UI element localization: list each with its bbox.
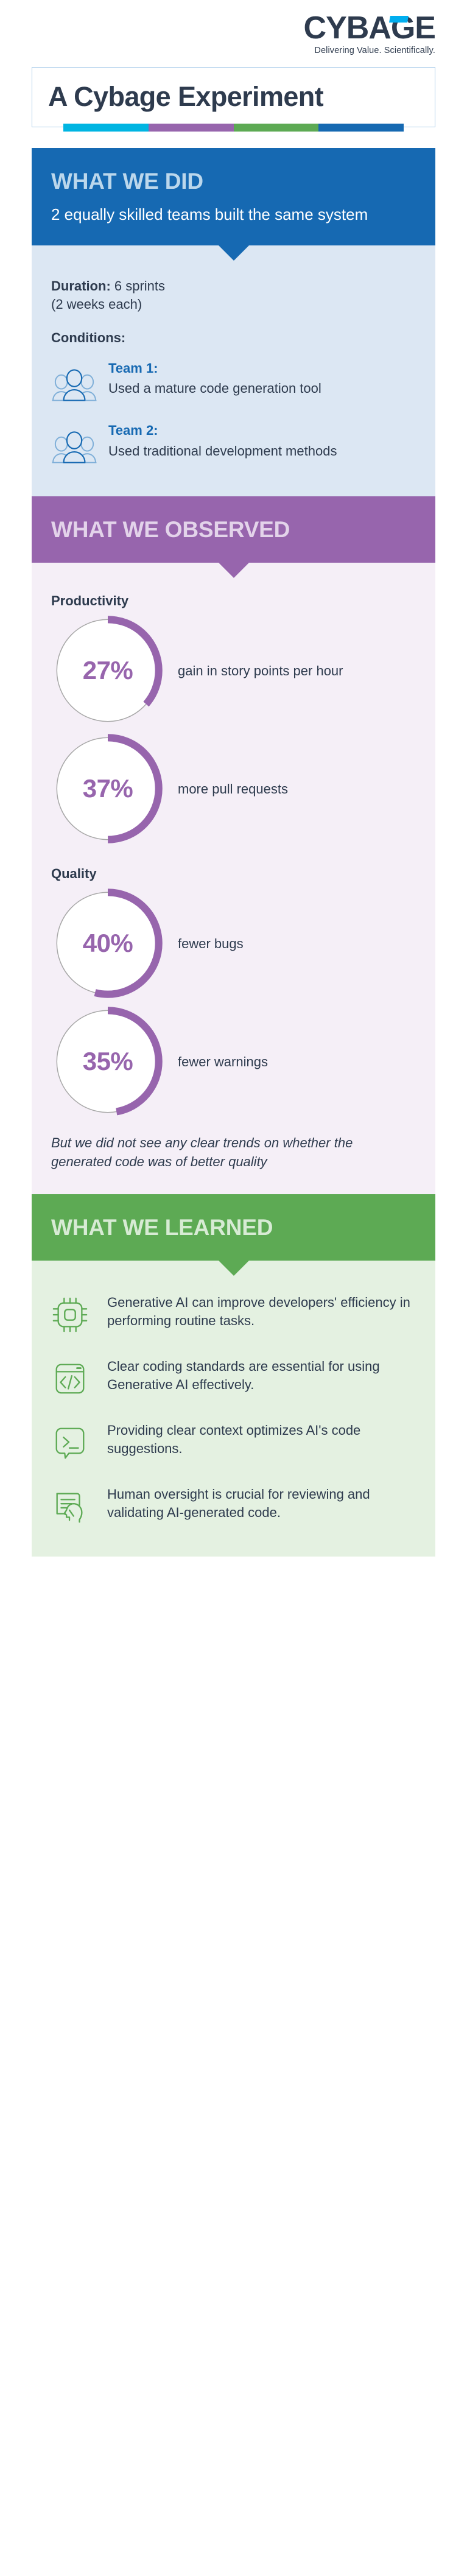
color-bar-seg-4 [318, 124, 404, 132]
stat-row: 27% gain in story points per hour [51, 614, 416, 727]
what-we-observed-heading: WHAT WE OBSERVED [51, 516, 290, 542]
duration-line: Duration: 6 sprints [51, 277, 416, 295]
list-item: Generative AI can improve developers' ef… [51, 1293, 416, 1337]
infographic-page: CYBAGE Delivering Value. Scientifically.… [0, 0, 467, 1591]
team-description: Used a mature code generation tool [108, 381, 321, 396]
section-what-we-observed: WHAT WE OBSERVED Productivity 27% gain i… [32, 496, 435, 1194]
team-row: Team 1: Used a mature code generation to… [51, 359, 416, 409]
what-we-did-notch-icon [217, 245, 250, 261]
what-we-learned-notch-icon [217, 1260, 250, 1276]
learned-item-text: Providing clear context optimizes AI's c… [107, 1423, 361, 1457]
stat-caption: fewer bugs [178, 935, 244, 951]
stat-caption: fewer warnings [178, 1054, 268, 1069]
donut-value: 27% [82, 656, 133, 685]
section-what-we-did: WHAT WE DID 2 equally skilled teams buil… [32, 148, 435, 496]
code-window-icon [51, 1357, 95, 1401]
stat-caption: more pull requests [178, 781, 288, 797]
what-we-learned-band: WHAT WE LEARNED [32, 1194, 435, 1276]
list-item: Providing clear context optimizes AI's c… [51, 1421, 416, 1465]
stat-row: 40% fewer bugs [51, 887, 416, 1000]
color-bar-seg-1 [63, 124, 149, 132]
terminal-bubble-icon [51, 1421, 95, 1465]
what-we-did-band: WHAT WE DID 2 equally skilled teams buil… [32, 148, 435, 261]
stat-row: 37% more pull requests [51, 732, 416, 845]
donut-value: 40% [82, 929, 133, 958]
footer-spacer [0, 1557, 467, 1591]
donut-chart: 40% [51, 887, 164, 1000]
team-group-icon [51, 359, 97, 409]
cybage-logo: CYBAGE Delivering Value. Scientifically. [303, 10, 436, 55]
document-head-icon [51, 1485, 95, 1529]
page-title: A Cybage Experiment [48, 81, 324, 112]
logo-wordmark: CYBAGE [303, 10, 436, 46]
team-description: Used traditional development methods [108, 443, 337, 459]
team-name: Team 1: [108, 361, 158, 376]
what-we-learned-heading: WHAT WE LEARNED [51, 1214, 273, 1240]
team-row: Team 2: Used traditional development met… [51, 421, 416, 471]
accent-color-bar [63, 124, 404, 132]
what-we-observed-body: Productivity 27% gain in story points pe… [32, 563, 435, 1194]
donut-chart: 35% [51, 1005, 164, 1118]
title-card: A Cybage Experiment [32, 67, 435, 128]
logo-mark: CYBAGE [303, 10, 436, 46]
team-group-icon [51, 421, 97, 471]
duration-value: 6 sprints [110, 278, 166, 294]
team-text: Team 1: Used a mature code generation to… [108, 359, 416, 398]
donut-chart: 27% [51, 614, 164, 727]
team-name: Team 2: [108, 423, 158, 438]
what-we-observed-notch-icon [217, 562, 250, 579]
duration-note: (2 weeks each) [51, 297, 142, 312]
what-we-did-heading: WHAT WE DID [51, 169, 203, 194]
color-bar-seg-3 [233, 124, 319, 132]
logo-tagline: Delivering Value. Scientifically. [314, 45, 435, 55]
team-text: Team 2: Used traditional development met… [108, 421, 416, 460]
stat-group-label: Quality [51, 866, 97, 882]
what-we-learned-body: Generative AI can improve developers' ef… [32, 1261, 435, 1557]
duration-label: Duration: [51, 278, 111, 294]
chip-icon [51, 1293, 95, 1337]
donut-value: 35% [82, 1047, 133, 1076]
stat-caption: gain in story points per hour [178, 663, 343, 678]
list-item: Human oversight is crucial for reviewing… [51, 1485, 416, 1529]
observation-note: But we did not see any clear trends on w… [51, 1135, 353, 1169]
brand-header: CYBAGE Delivering Value. Scientifically. [0, 0, 467, 67]
section-what-we-learned: WHAT WE LEARNED Generative AI can improv… [32, 1194, 435, 1557]
donut-value: 37% [82, 774, 133, 803]
learned-item-text: Human oversight is crucial for reviewing… [107, 1487, 370, 1521]
title-zone: A Cybage Experiment [0, 67, 467, 132]
list-item: Clear coding standards are essential for… [51, 1357, 416, 1401]
stat-group-label: Productivity [51, 593, 129, 609]
donut-chart: 37% [51, 732, 164, 845]
stat-row: 35% fewer warnings [51, 1005, 416, 1118]
what-we-observed-band: WHAT WE OBSERVED [32, 496, 435, 579]
learned-item-text: Generative AI can improve developers' ef… [107, 1295, 410, 1329]
what-we-did-body: Duration: 6 sprints (2 weeks each) Condi… [32, 245, 435, 496]
what-we-did-subheading: 2 equally skilled teams built the same s… [51, 205, 368, 223]
logo-accent-icon [388, 15, 409, 23]
learned-item-text: Clear coding standards are essential for… [107, 1359, 380, 1393]
conditions-label: Conditions: [51, 329, 126, 345]
color-bar-seg-2 [148, 124, 234, 132]
